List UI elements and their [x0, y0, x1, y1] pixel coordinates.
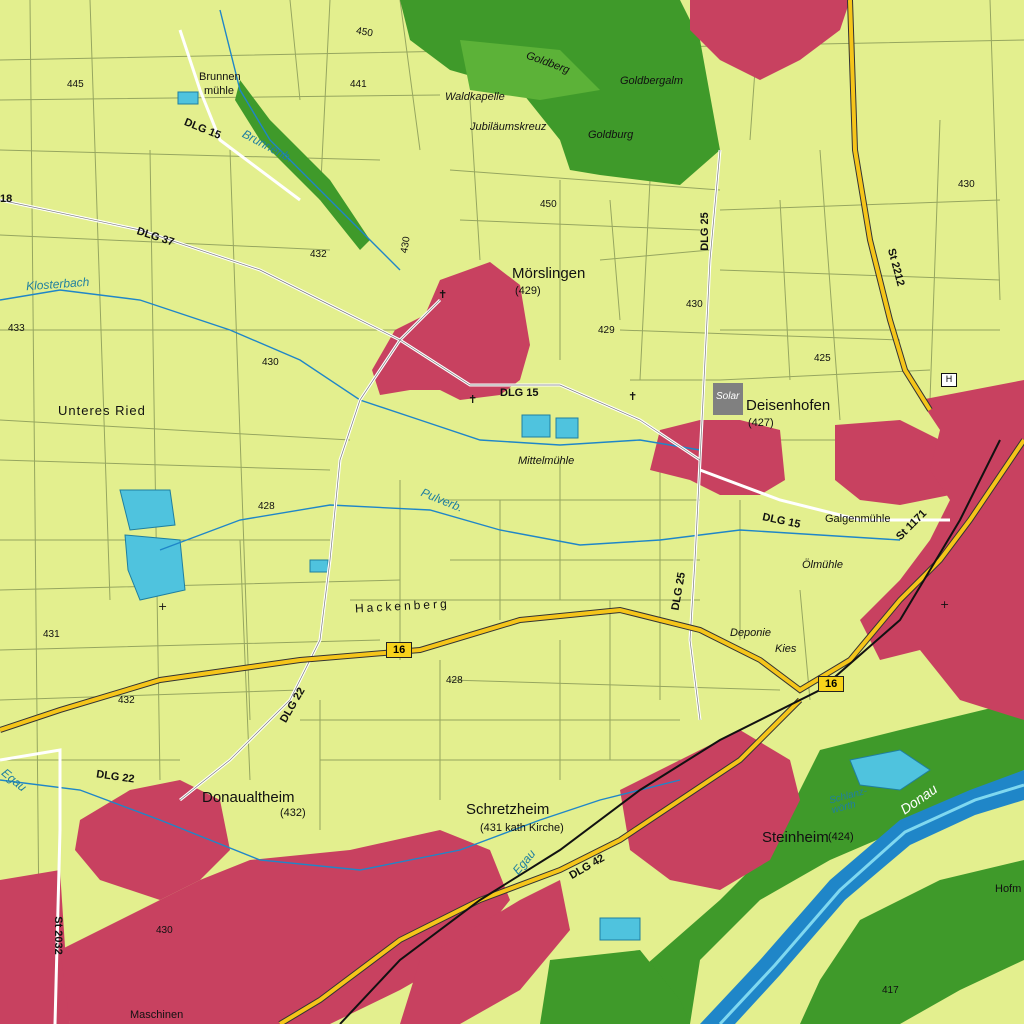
- label-kies[interactable]: Kies: [775, 644, 796, 655]
- elevation-label: 428: [258, 501, 275, 512]
- heliport-icon[interactable]: H: [941, 373, 957, 387]
- road-dlg25-north[interactable]: DLG 25: [699, 212, 711, 251]
- elevation-label: 441: [350, 79, 367, 90]
- label-deponie[interactable]: Deponie: [730, 628, 771, 639]
- label-solar[interactable]: Solar: [716, 392, 739, 402]
- elevation-label: 417: [882, 985, 899, 996]
- place-donaualtheim[interactable]: Donaualtheim: [202, 790, 295, 805]
- label-hofm[interactable]: Hofm: [995, 884, 1021, 895]
- place-deisenhofen[interactable]: Deisenhofen: [746, 398, 830, 413]
- place-schretzheim[interactable]: Schretzheim: [466, 802, 549, 817]
- elev-donaualtheim: (432): [280, 807, 306, 819]
- label-mittelmuehle[interactable]: Mittelmühle: [518, 456, 574, 467]
- route-shield-b16-east[interactable]: 16: [818, 676, 845, 692]
- label-galgenmuehle[interactable]: Galgenmühle: [825, 514, 890, 525]
- church-icon[interactable]: ✝: [468, 393, 477, 406]
- wayside-cross-icon: +: [940, 598, 950, 611]
- road-dlg15-center[interactable]: DLG 15: [500, 388, 539, 399]
- elevation-label: 450: [540, 199, 557, 210]
- label-unteres-ried[interactable]: Unteres Ried: [58, 404, 146, 417]
- label-goldburg[interactable]: Goldburg: [588, 130, 633, 141]
- road-edge-18[interactable]: 18: [0, 194, 12, 205]
- elevation-label: 430: [262, 357, 279, 368]
- elevation-label: 429: [598, 325, 615, 336]
- elev-moerslingen: (429): [515, 285, 541, 297]
- label-jubilaeumskreuz[interactable]: Jubiläumskreuz: [470, 122, 546, 133]
- label-brunnenmuehle-1[interactable]: Brunnen: [199, 72, 241, 83]
- elevation-label: 428: [446, 675, 463, 686]
- label-waldkapelle[interactable]: Waldkapelle: [445, 92, 505, 103]
- road-st2032[interactable]: St 2032: [52, 916, 64, 955]
- elevation-label: 431: [43, 629, 60, 640]
- elevation-label: 433: [8, 323, 25, 334]
- elev-steinheim: (424): [828, 831, 854, 843]
- church-icon[interactable]: ✝: [438, 288, 447, 301]
- label-goldbergalm[interactable]: Goldbergalm: [620, 76, 683, 87]
- elevation-label: 445: [67, 79, 84, 90]
- topographic-map[interactable]: Mörslingen (429) Deisenhofen (427) Donau…: [0, 0, 1024, 1024]
- elevation-label: 432: [310, 249, 327, 260]
- elev-schretzheim: (431 kath Kirche): [480, 822, 564, 834]
- label-brunnenmuehle-2[interactable]: mühle: [204, 86, 234, 97]
- elev-deisenhofen: (427): [748, 417, 774, 429]
- route-shield-b16-west[interactable]: 16: [386, 642, 413, 658]
- label-maschinen[interactable]: Maschinen: [130, 1010, 183, 1021]
- elevation-label: 425: [814, 353, 831, 364]
- place-steinheim[interactable]: Steinheim: [762, 830, 829, 845]
- elevation-label: 430: [686, 299, 703, 310]
- elevation-label: 430: [958, 179, 975, 190]
- elevation-label: 432: [118, 695, 135, 706]
- elevation-label: 430: [156, 925, 173, 936]
- wayside-cross-icon: +: [158, 600, 168, 613]
- label-olmuehle[interactable]: Ölmühle: [802, 560, 843, 571]
- chapel-icon[interactable]: ✝: [628, 390, 637, 403]
- place-moerslingen[interactable]: Mörslingen: [512, 266, 585, 281]
